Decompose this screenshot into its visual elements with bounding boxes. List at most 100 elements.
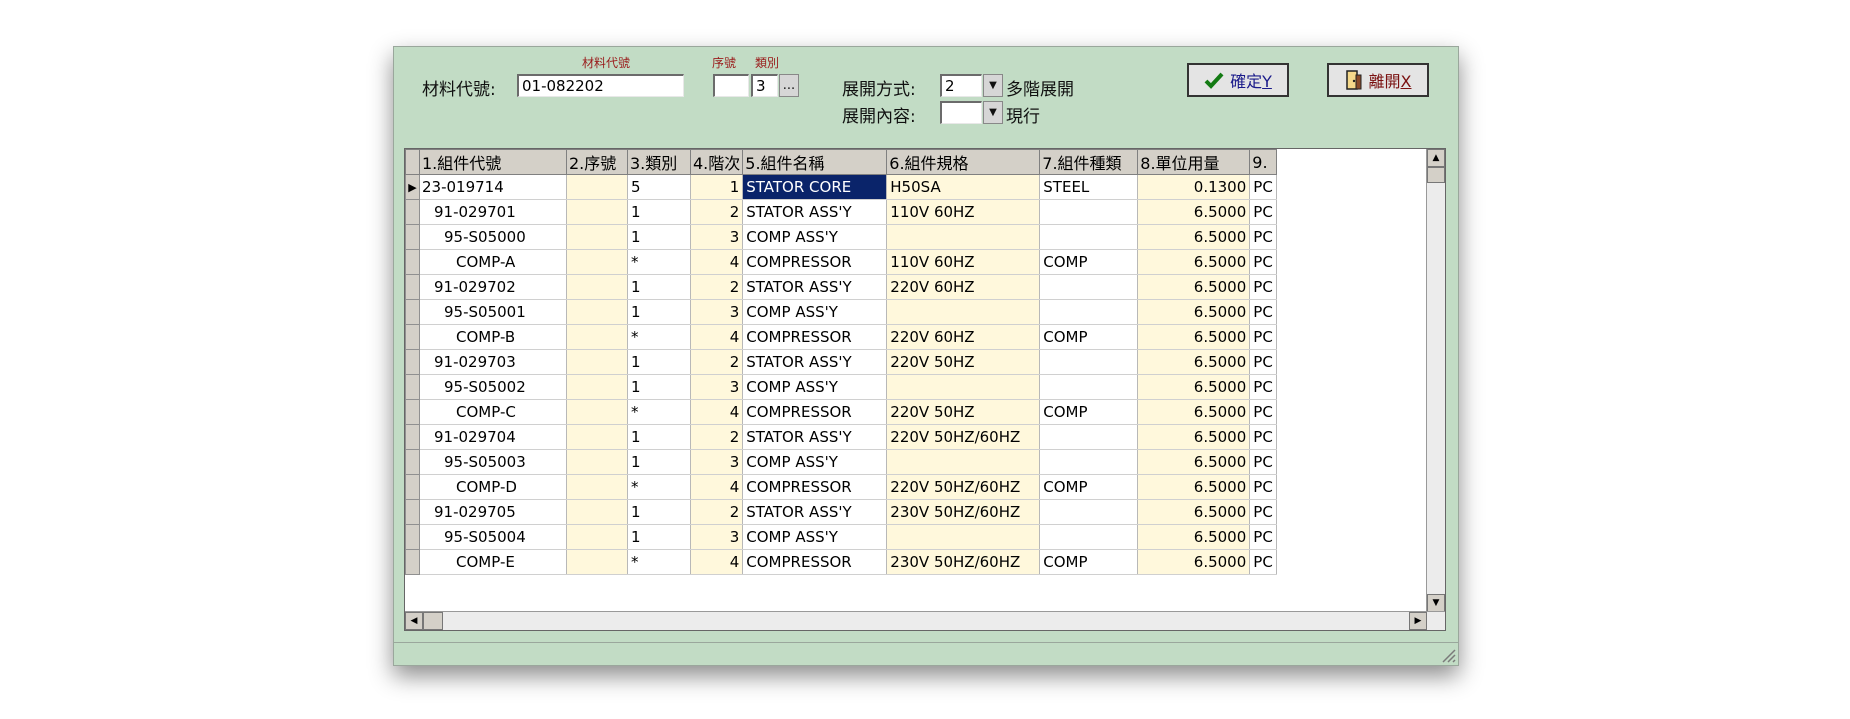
column-header[interactable]: 1.組件代號: [419, 149, 567, 175]
expand-method-select[interactable]: 2: [940, 74, 982, 97]
table-cell[interactable]: 110V 60HZ: [886, 199, 1041, 225]
table-cell[interactable]: [566, 324, 628, 350]
table-cell[interactable]: PC: [1249, 324, 1277, 350]
table-cell[interactable]: [566, 499, 628, 525]
table-cell[interactable]: 230V 50HZ/60HZ: [886, 499, 1041, 525]
table-cell[interactable]: PC: [1249, 274, 1277, 300]
column-header[interactable]: 4.階次: [689, 149, 744, 175]
material-code-input[interactable]: 01-082202: [517, 74, 684, 97]
table-cell[interactable]: 95-S05002: [419, 374, 567, 400]
row-header[interactable]: [405, 349, 420, 375]
expand-content-select[interactable]: [940, 101, 982, 124]
table-cell[interactable]: [566, 374, 628, 400]
table-cell[interactable]: 6.5000: [1137, 199, 1251, 225]
table-cell[interactable]: 4: [690, 324, 744, 350]
table-cell[interactable]: 1: [627, 374, 691, 400]
table-cell[interactable]: *: [627, 399, 691, 425]
table-cell[interactable]: [566, 549, 628, 575]
table-cell[interactable]: PC: [1249, 399, 1277, 425]
table-cell[interactable]: PC: [1249, 199, 1277, 225]
table-cell[interactable]: 0.1300: [1137, 174, 1251, 200]
table-cell[interactable]: [566, 449, 628, 475]
table-cell[interactable]: COMP-D: [419, 474, 567, 500]
table-cell[interactable]: PC: [1249, 349, 1277, 375]
table-cell[interactable]: 6.5000: [1137, 274, 1251, 300]
table-cell[interactable]: H50SA: [886, 174, 1041, 200]
table-cell[interactable]: PC: [1249, 474, 1277, 500]
row-header[interactable]: [405, 249, 420, 275]
expand-method-dropdown[interactable]: ▼: [983, 74, 1003, 97]
table-cell[interactable]: [566, 474, 628, 500]
table-cell[interactable]: [566, 174, 628, 200]
table-cell[interactable]: [1039, 374, 1139, 400]
table-cell[interactable]: [1039, 349, 1139, 375]
table-cell[interactable]: PC: [1249, 499, 1277, 525]
table-cell[interactable]: COMPRESSOR: [742, 324, 888, 350]
table-cell[interactable]: 91-029704: [419, 424, 567, 450]
table-cell[interactable]: 230V 50HZ/60HZ: [886, 549, 1041, 575]
table-cell[interactable]: [1039, 449, 1139, 475]
table-cell[interactable]: 6.5000: [1137, 224, 1251, 250]
table-cell[interactable]: PC: [1249, 524, 1277, 550]
table-cell[interactable]: 4: [690, 474, 744, 500]
table-cell[interactable]: COMP-A: [419, 249, 567, 275]
column-header[interactable]: 7.組件種類: [1039, 149, 1139, 175]
table-cell[interactable]: 2: [690, 349, 744, 375]
horizontal-scrollbar[interactable]: ◀ ▶: [405, 611, 1445, 630]
table-cell[interactable]: COMP ASS'Y: [742, 449, 888, 475]
table-cell[interactable]: PC: [1249, 549, 1277, 575]
table-cell[interactable]: [886, 449, 1041, 475]
table-cell[interactable]: COMP-C: [419, 399, 567, 425]
table-cell[interactable]: 2: [690, 499, 744, 525]
table-cell[interactable]: COMP ASS'Y: [742, 299, 888, 325]
table-row[interactable]: COMP-D * 4 COMPRESSOR 220V 50HZ/60HZ COMP 6.50…: [405, 474, 1277, 500]
table-row[interactable]: 91-029701 1 2 STATOR ASS'Y 110V 60HZ 6.5000 PC: [405, 199, 1277, 225]
table-cell[interactable]: [566, 524, 628, 550]
row-header[interactable]: [405, 549, 420, 575]
table-cell[interactable]: COMPRESSOR: [742, 399, 888, 425]
table-cell[interactable]: [566, 199, 628, 225]
table-cell[interactable]: COMP ASS'Y: [742, 374, 888, 400]
row-header[interactable]: [405, 499, 420, 525]
table-cell[interactable]: 4: [690, 399, 744, 425]
table-cell[interactable]: 3: [690, 524, 744, 550]
column-header[interactable]: 9.: [1249, 149, 1277, 175]
table-cell[interactable]: 220V 50HZ: [886, 399, 1041, 425]
table-cell[interactable]: [1039, 299, 1139, 325]
table-row[interactable]: 95-S05004 1 3 COMP ASS'Y 6.5000 PC: [405, 524, 1277, 550]
table-cell[interactable]: STATOR ASS'Y: [742, 424, 888, 450]
current-row-indicator-icon[interactable]: ▶: [405, 174, 420, 200]
column-header[interactable]: 3.類別: [627, 149, 691, 175]
table-cell[interactable]: 91-029701: [419, 199, 567, 225]
table-cell[interactable]: 6.5000: [1137, 324, 1251, 350]
table-cell[interactable]: 2: [690, 199, 744, 225]
table-cell[interactable]: 3: [690, 224, 744, 250]
table-cell[interactable]: 220V 60HZ: [886, 274, 1041, 300]
table-cell[interactable]: PC: [1249, 224, 1277, 250]
table-row[interactable]: 95-S05000 1 3 COMP ASS'Y 6.5000 PC: [405, 224, 1277, 250]
table-cell[interactable]: 6.5000: [1137, 524, 1251, 550]
table-row[interactable]: COMP-C * 4 COMPRESSOR 220V 50HZ COMP 6.5000 PC: [405, 399, 1277, 425]
table-cell[interactable]: COMP: [1039, 324, 1139, 350]
browse-button[interactable]: ...: [779, 74, 799, 97]
row-header[interactable]: [405, 324, 420, 350]
row-header[interactable]: [405, 299, 420, 325]
table-cell[interactable]: [566, 424, 628, 450]
table-cell[interactable]: 91-029705: [419, 499, 567, 525]
table-cell[interactable]: 6.5000: [1137, 499, 1251, 525]
table-cell[interactable]: [566, 274, 628, 300]
table-cell[interactable]: COMP: [1039, 249, 1139, 275]
table-cell[interactable]: *: [627, 324, 691, 350]
table-cell[interactable]: *: [627, 249, 691, 275]
column-header[interactable]: 5.組件名稱: [742, 149, 888, 175]
table-row[interactable]: 91-029704 1 2 STATOR ASS'Y 220V 50HZ/60HZ 6.5…: [405, 424, 1277, 450]
table-cell[interactable]: 220V 50HZ/60HZ: [886, 474, 1041, 500]
table-cell[interactable]: 1: [627, 224, 691, 250]
table-cell[interactable]: [566, 224, 628, 250]
table-cell[interactable]: STATOR ASS'Y: [742, 274, 888, 300]
table-cell[interactable]: COMPRESSOR: [742, 549, 888, 575]
table-cell[interactable]: [566, 249, 628, 275]
table-cell[interactable]: 1: [627, 299, 691, 325]
scroll-right-icon[interactable]: ▶: [1409, 612, 1427, 630]
table-cell[interactable]: [886, 224, 1041, 250]
